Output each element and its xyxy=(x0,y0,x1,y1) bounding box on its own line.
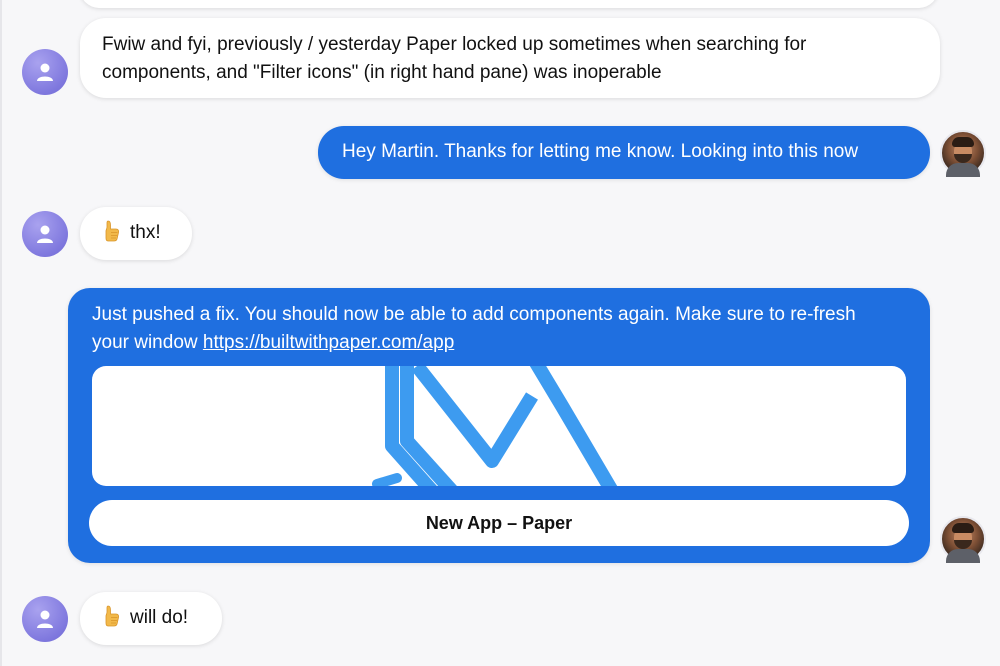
link-preview-image[interactable] xyxy=(92,366,906,486)
person-icon xyxy=(37,225,53,243)
chat-thread: Fwiw and fyi, previously / yesterday Pap… xyxy=(0,0,1000,666)
paper-logo-icon xyxy=(372,366,618,486)
message-text: Fwiw and fyi, previously / yesterday Pap… xyxy=(102,34,807,83)
message-bubble: thx! xyxy=(80,207,192,260)
bot-avatar[interactable] xyxy=(22,596,68,642)
previous-message-bubble xyxy=(80,0,938,8)
thumbs-up-icon xyxy=(105,220,120,242)
message-bubble: Hey Martin. Thanks for letting me know. … xyxy=(318,126,930,179)
message-bubble: will do! xyxy=(80,592,222,645)
message-text: Hey Martin. Thanks for letting me know. … xyxy=(342,141,859,162)
message-link[interactable]: https://builtwithpaper.com/app xyxy=(203,332,454,353)
bot-avatar[interactable] xyxy=(22,49,68,95)
user-avatar[interactable] xyxy=(940,516,986,563)
link-card-button[interactable]: New App – Paper xyxy=(89,500,909,546)
message-text: will do! xyxy=(130,607,189,628)
person-icon xyxy=(37,610,53,628)
message-text-block: Just pushed a fix. You should now be abl… xyxy=(92,301,892,357)
message-bubble: Fwiw and fyi, previously / yesterday Pap… xyxy=(80,18,940,98)
person-icon xyxy=(37,63,53,81)
bot-avatar[interactable] xyxy=(22,211,68,257)
user-avatar[interactable] xyxy=(940,130,986,177)
message-text: thx! xyxy=(130,222,161,243)
message-bubble: Just pushed a fix. You should now be abl… xyxy=(68,288,930,563)
thumbs-up-icon xyxy=(105,605,120,627)
